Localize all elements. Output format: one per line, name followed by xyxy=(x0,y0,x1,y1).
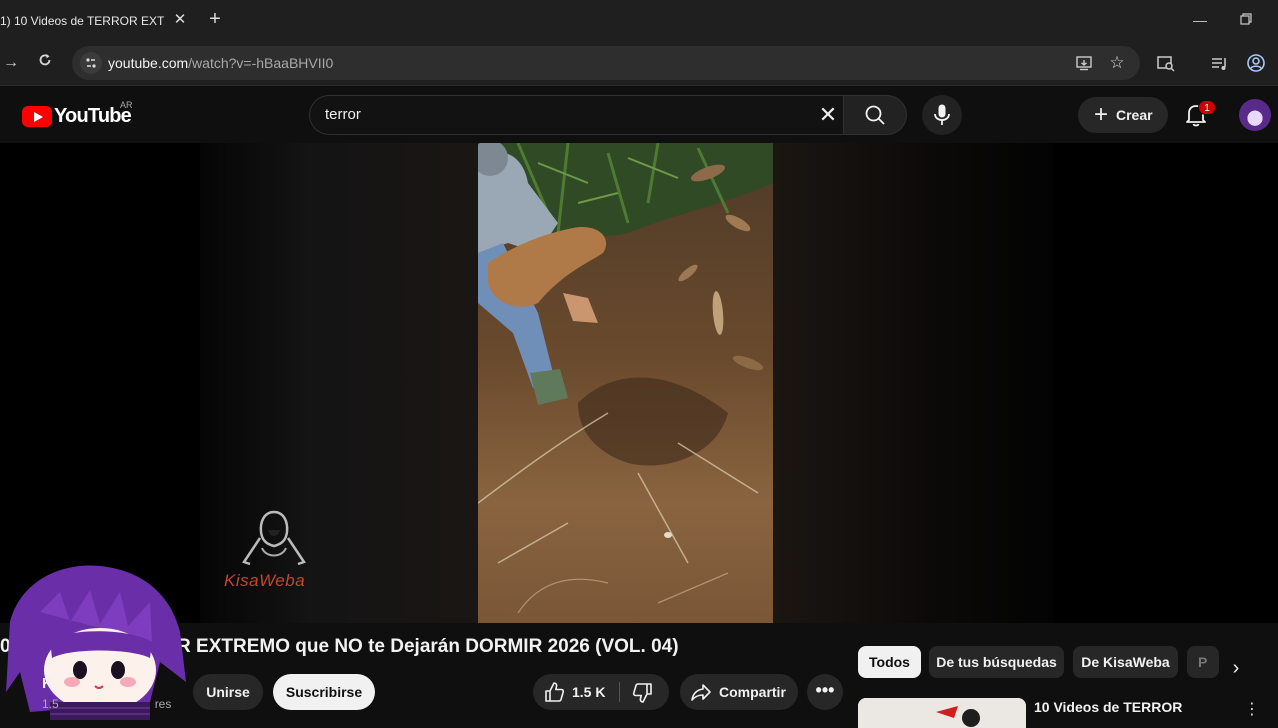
bookmark-star-icon[interactable]: ☆ xyxy=(1107,53,1127,73)
youtube-logo[interactable]: YouTube AR xyxy=(22,100,142,128)
channel-name[interactable]: K xyxy=(42,675,53,692)
like-icon[interactable] xyxy=(543,681,565,703)
youtube-header: YouTube AR terror ✕ + Crear 1 xyxy=(0,86,1278,143)
recommended-thumbnail[interactable] xyxy=(858,698,1026,728)
chip-partial[interactable]: P xyxy=(1187,646,1219,678)
video-frame xyxy=(478,143,773,623)
restore-icon[interactable] xyxy=(1236,10,1256,30)
country-code: AR xyxy=(120,100,133,110)
chip-de-kisaweba[interactable]: De KisaWeba xyxy=(1073,646,1178,678)
chip-todos[interactable]: Todos xyxy=(858,646,921,678)
install-app-icon[interactable] xyxy=(1075,54,1093,72)
tab-title: 1) 10 Videos de TERROR EXTREMO xyxy=(0,14,164,28)
tab-search-icon[interactable] xyxy=(1156,54,1176,74)
url-text: youtube.com/watch?v=-hBaaBHVII0 xyxy=(108,55,333,71)
like-dislike-group: 1.5 K xyxy=(533,674,669,710)
dislike-icon[interactable] xyxy=(632,682,654,704)
minimize-icon[interactable]: — xyxy=(1190,10,1210,30)
youtube-play-icon xyxy=(22,106,52,127)
create-button[interactable]: + Crear xyxy=(1078,97,1168,133)
more-actions-icon[interactable]: ••• xyxy=(807,674,843,710)
chevron-right-icon[interactable]: › xyxy=(1224,656,1248,680)
url-path: /watch?v=-hBaaBHVII0 xyxy=(188,55,334,71)
notification-badge: 1 xyxy=(1198,100,1216,115)
search-input[interactable]: terror ✕ xyxy=(309,95,843,135)
subscriber-count: 1.5 res xyxy=(42,697,171,711)
share-icon xyxy=(691,684,711,701)
url-host: youtube.com xyxy=(108,55,189,71)
search-button[interactable] xyxy=(843,95,907,135)
more-vertical-icon[interactable]: ⋮ xyxy=(1244,700,1260,720)
media-controls-icon[interactable] xyxy=(1210,54,1230,74)
subscriber-count-value: 1.5 xyxy=(42,697,59,711)
like-count[interactable]: 1.5 K xyxy=(572,684,605,700)
share-label: Compartir xyxy=(719,684,786,700)
tab-close-icon[interactable]: ✕ xyxy=(172,12,188,28)
plus-icon: + xyxy=(1093,101,1108,128)
subscriber-count-suffix: res xyxy=(154,697,172,711)
watermark-text: KisaWeba xyxy=(224,571,306,590)
recommended-title[interactable]: 10 Videos de TERROR xyxy=(1034,699,1182,715)
address-bar[interactable]: youtube.com/watch?v=-hBaaBHVII0 ☆ xyxy=(72,46,1140,80)
forward-icon[interactable]: → xyxy=(0,52,22,74)
player-blur-right xyxy=(773,143,1053,623)
browser-toolbar: → youtube.com/watch?v=-hBaaBHVII0 ☆ xyxy=(0,42,1278,86)
subscribe-button[interactable]: Suscribirse xyxy=(273,674,375,710)
microphone-icon xyxy=(934,104,950,125)
video-player[interactable]: KisaWeba xyxy=(0,143,1278,623)
like-divider xyxy=(619,682,620,702)
browser-tab[interactable]: 1) 10 Videos de TERROR EXTREMO ✕ xyxy=(0,6,192,36)
profile-icon[interactable] xyxy=(1246,53,1266,73)
clear-search-icon[interactable]: ✕ xyxy=(816,103,840,127)
search-icon xyxy=(865,105,885,125)
chip-de-tus-busquedas[interactable]: De tus búsquedas xyxy=(929,646,1064,678)
search-value: terror xyxy=(325,106,361,123)
watermark-hooded-figure-icon xyxy=(242,510,306,566)
reload-icon[interactable] xyxy=(34,52,56,74)
join-button[interactable]: Unirse xyxy=(193,674,263,710)
new-tab-icon[interactable]: + xyxy=(205,9,225,31)
site-info-icon[interactable] xyxy=(80,52,102,74)
avatar[interactable] xyxy=(1239,99,1271,131)
create-label: Crear xyxy=(1116,107,1153,123)
browser-tab-bar: 1) 10 Videos de TERROR EXTREMO ✕ + — xyxy=(0,0,1278,42)
share-button[interactable]: Compartir xyxy=(680,674,798,710)
voice-search-button[interactable] xyxy=(922,95,962,135)
